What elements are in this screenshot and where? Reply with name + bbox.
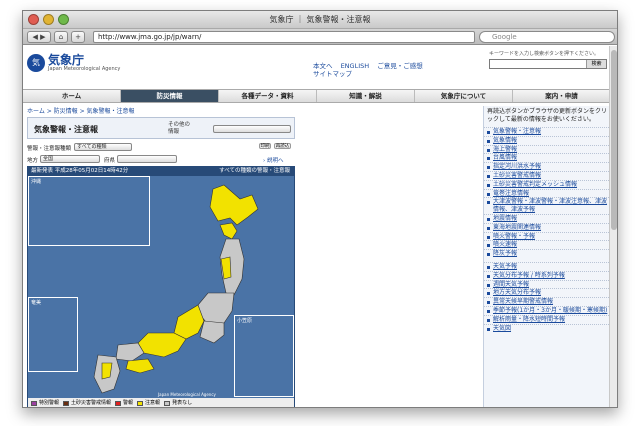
legend-none-label: 発表なし (172, 400, 193, 406)
legend-sediment-label: 土砂災害警戒情報 (71, 400, 112, 406)
search-caption: キーワードを入力し検索ボタンを押下ください。 (489, 51, 600, 57)
legend-advisory-label: 注意報 (145, 400, 161, 406)
sidebar-item[interactable]: 解析雨量・降水短時間予報 (484, 314, 611, 324)
warning-type-label: 警報・注意報種類 (27, 146, 72, 152)
refresh-note: 再読込ボタンかブラウザの更新ボタンをクリックして最新の情報をお使いください。 (487, 108, 608, 123)
map-legend: 特別警報 土砂災害警戒情報 警報 注意報 発表なし (28, 398, 294, 407)
legend-sediment: 土砂災害警戒情報 (63, 398, 112, 407)
legend-none-swatch (164, 400, 171, 406)
legend-special-swatch (31, 400, 37, 406)
nav-about[interactable]: 気象庁について (415, 90, 513, 102)
sidebar-item[interactable]: 週間天気予報 (484, 279, 611, 289)
logo-subtitle: Japan Meteorological Agency (48, 66, 121, 72)
logo-text: 気象庁 (48, 53, 85, 67)
jma-logo[interactable]: 気 気象庁 Japan Meteorological Agency (27, 52, 120, 74)
nav-disaster-info[interactable]: 防災情報 (121, 90, 219, 102)
prefecture-select[interactable] (117, 155, 177, 163)
legend-special: 特別警報 (31, 398, 60, 407)
home-icon[interactable]: ⌂ (54, 31, 68, 43)
sidebar-item[interactable]: 噴火速報 (484, 240, 611, 249)
nav-knowledge[interactable]: 知識・解説 (317, 90, 415, 102)
nav-data[interactable]: 各種データ・資料 (219, 90, 317, 102)
sidebar: 再読込ボタンかブラウザの更新ボタンをクリックして最新の情報をお使いください。 気… (483, 106, 611, 407)
sidebar-item[interactable]: 指定河川洪水予報 (484, 162, 611, 171)
sidebar-item[interactable]: 天気分布予報 / 時系列予報 (484, 270, 611, 280)
ogasawara-label: 小笠原 (237, 318, 253, 324)
back-forward-button[interactable]: ◀ ▶ (27, 31, 51, 43)
prefecture-label: 府県 (104, 158, 116, 164)
legend-sediment-swatch (63, 400, 70, 406)
legend-warning: 警報 (115, 398, 134, 407)
refresh-button[interactable]: 再読込 (274, 143, 291, 149)
warning-type-select[interactable]: すべての種類 (74, 143, 132, 151)
legend-advisory-swatch (137, 400, 144, 406)
sidebar-item[interactable]: 海上警報 (484, 144, 611, 154)
sidebar-list: 気象警報・注意報 気象情報 海上警報 台風情報 指定河川洪水予報 土砂災害警戒情… (484, 127, 611, 332)
nav-guide[interactable]: 案内・申請 (513, 90, 611, 102)
sidebar-item[interactable]: 天気予報 (484, 261, 611, 271)
sidebar-item[interactable]: 噴火警報・予報 (484, 231, 611, 241)
url-field[interactable]: http://www.jma.go.jp/jp/warn/ (93, 31, 475, 43)
jma-emblem-icon: 気 (27, 54, 45, 72)
print-button[interactable]: 印刷 (259, 143, 271, 149)
sidebar-item[interactable]: 気象情報 (484, 135, 611, 145)
map-copyright: Japan Meteorological Agency (158, 392, 216, 397)
add-bookmark-button[interactable]: + (71, 31, 85, 43)
nav-home[interactable]: ホーム (23, 90, 121, 102)
okinawa-label: 沖縄 (31, 179, 42, 185)
legend-special-label: 特別警報 (39, 400, 60, 406)
link-feedback[interactable]: ご意見・ご感想 (377, 62, 423, 70)
sidebar-item[interactable]: 異常天候早期警戒情報 (484, 297, 611, 306)
site-search-button[interactable]: 検索 (586, 60, 606, 68)
sidebar-item[interactable]: 降灰予報 (484, 249, 611, 258)
global-nav: ホーム 防災情報 各種データ・資料 知識・解説 気象庁について 案内・申請 (23, 89, 611, 103)
link-sitemap[interactable]: サイトマップ (313, 70, 352, 78)
amami-label: 奄美 (31, 300, 42, 306)
browser-window: 気象庁 ｜ 気象警報・注意報 ◀ ▶ ⌂ + http://www.jma.go… (22, 10, 618, 408)
web-page: 気 気象庁 Japan Meteorological Agency 本文へ EN… (23, 46, 611, 407)
site-search: キーワードを入力し検索ボタンを押下ください。 検索 (489, 50, 607, 69)
sidebar-item[interactable]: 土砂災害警戒情報 (484, 170, 611, 180)
link-english[interactable]: ENGLISH (341, 62, 370, 70)
legend-warning-label: 警報 (123, 400, 134, 406)
region-label: 地方 (27, 158, 39, 164)
explain-link-label: 説明へ (266, 158, 284, 164)
browser-search-field[interactable]: Google (479, 31, 615, 43)
ogasawara-inset: 小笠原 (234, 315, 294, 397)
sidebar-item[interactable]: 土砂災害警戒判定メッシュ情報 (484, 179, 611, 189)
other-info-label: その他の情報 (168, 122, 191, 135)
sidebar-item[interactable]: 天気図 (484, 323, 611, 333)
sidebar-item[interactable]: 地方天気分布予報 (484, 288, 611, 297)
vertical-scrollbar[interactable] (609, 46, 617, 407)
site-search-input[interactable]: 検索 (489, 59, 607, 69)
legend-advisory: 注意報 (137, 398, 161, 407)
other-info-select[interactable] (213, 125, 291, 133)
sidebar-item[interactable]: 地震情報 (484, 213, 611, 223)
region-select[interactable]: 全国 (40, 155, 100, 163)
page-title: 気象警報・注意報 (34, 125, 98, 134)
link-main-text[interactable]: 本文へ (313, 62, 333, 70)
window-title: 気象庁 ｜ 気象警報・注意報 (269, 15, 371, 24)
breadcrumb[interactable]: ホーム > 防災情報 > 気象警報・注意報 (27, 106, 135, 115)
sidebar-item[interactable]: 台風情報 (484, 153, 611, 162)
sidebar-item[interactable]: 大津波警報・津波警報・津波注意報、津波情報、津波予報 (484, 197, 611, 214)
warning-panel-header: 気象警報・注意報 その他の情報 (27, 117, 295, 139)
warning-map[interactable]: 最新発表 平成28年05月02日14時42分 すべての種類の警報・注意報 沖縄 (27, 166, 295, 407)
sidebar-item[interactable]: 竜巻注意情報 (484, 188, 611, 198)
amami-inset: 奄美 (28, 297, 78, 372)
scrollbar-thumb[interactable] (611, 50, 617, 230)
legend-none: 発表なし (164, 398, 193, 407)
legend-warning-swatch (115, 400, 122, 406)
sidebar-item[interactable]: 季節予報(1か月・3か月・暖候期・寒候期) (484, 305, 611, 315)
header-links: 本文へ ENGLISH ご意見・ご感想 サイトマップ (313, 62, 429, 78)
explain-link[interactable]: › 説明へ (263, 156, 283, 164)
sidebar-item[interactable]: 東海地震関連情報 (484, 222, 611, 232)
sidebar-item[interactable]: 気象警報・注意報 (484, 127, 611, 136)
okinawa-inset: 沖縄 (28, 176, 150, 246)
title-bar: 気象庁 ｜ 気象警報・注意報 (23, 11, 617, 29)
browser-toolbar: ◀ ▶ ⌂ + http://www.jma.go.jp/jp/warn/ Go… (23, 29, 617, 45)
